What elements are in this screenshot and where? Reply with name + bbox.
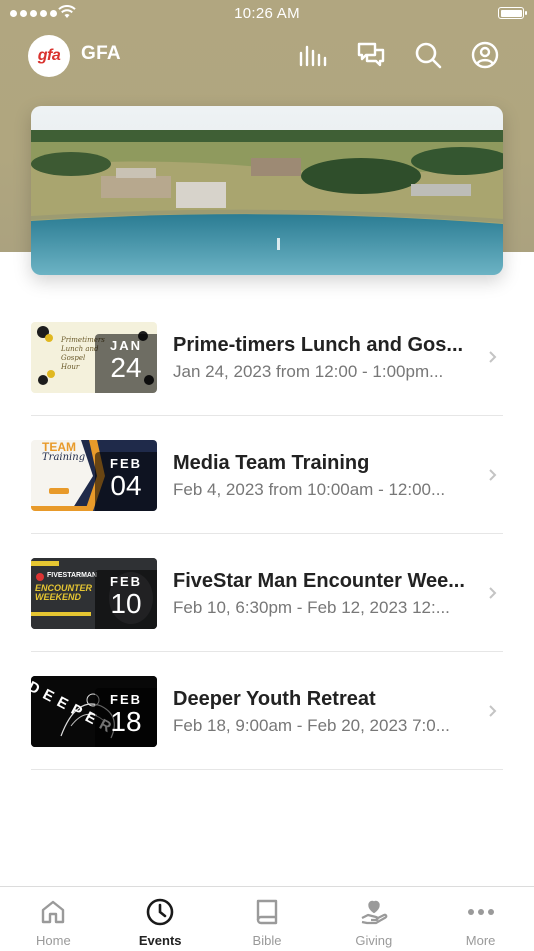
date-day: 10	[110, 588, 142, 619]
thumbnail-caption: FIVESTARMAN	[47, 572, 98, 579]
date-badge: JAN 24	[95, 334, 157, 393]
event-list: Primetimers Lunch and Gospel Hour JAN 24…	[31, 298, 503, 770]
campus-aerial-photo	[31, 106, 503, 275]
event-thumbnail: TEAM Training FEB 04	[31, 440, 157, 511]
tab-home[interactable]: Home	[0, 887, 107, 951]
thumbnail-caption: Training	[42, 452, 86, 463]
clock-icon	[145, 897, 175, 927]
chevron-right-icon	[489, 469, 497, 481]
bottom-tab-bar: Home Events Bible Giving More	[0, 886, 534, 951]
search-icon[interactable]	[413, 40, 443, 70]
home-icon	[38, 897, 68, 927]
app-logo[interactable]: gfa	[28, 35, 70, 77]
tab-bible[interactable]: Bible	[214, 887, 321, 951]
event-datetime: Feb 4, 2023 from 10:00am - 12:00...	[173, 480, 446, 499]
status-time: 10:26 AM	[234, 5, 300, 22]
tab-more[interactable]: More	[427, 887, 534, 951]
date-month: FEB	[110, 574, 142, 589]
date-day: 18	[110, 706, 142, 737]
stats-icon[interactable]	[298, 40, 328, 70]
event-item-prime-timers[interactable]: Primetimers Lunch and Gospel Hour JAN 24…	[31, 298, 503, 416]
date-month: FEB	[110, 456, 142, 471]
date-badge: FEB 18	[95, 688, 157, 747]
tab-label: Home	[36, 933, 71, 948]
status-bar: 10:26 AM	[0, 0, 534, 28]
event-title: FiveStar Man Encounter Wee...	[173, 570, 465, 592]
event-title: Prime-timers Lunch and Gos...	[173, 334, 464, 356]
chevron-right-icon	[489, 587, 497, 599]
event-item-deeper-youth[interactable]: DEEPER FEB 18 Deeper Youth Retreat Feb 1…	[31, 652, 503, 770]
profile-icon[interactable]	[470, 40, 500, 70]
app-title: GFA	[81, 43, 121, 64]
giving-heart-icon	[359, 897, 389, 927]
chevron-right-icon	[489, 705, 497, 717]
thumbnail-caption: WEEKEND	[35, 592, 82, 602]
tab-label: More	[465, 933, 496, 948]
book-icon	[252, 897, 282, 927]
event-item-fivestar-man[interactable]: FIVESTARMAN ENCOUNTER WEEKEND FEB 10 Fiv…	[31, 534, 503, 652]
date-badge: FEB 04	[95, 452, 157, 511]
battery-icon	[498, 7, 527, 19]
tab-label: Bible	[252, 933, 282, 948]
tab-giving[interactable]: Giving	[320, 887, 427, 951]
date-month: FEB	[110, 692, 142, 707]
event-title: Deeper Youth Retreat	[173, 688, 376, 710]
event-thumbnail: Primetimers Lunch and Gospel Hour JAN 24	[31, 322, 157, 393]
chevron-right-icon	[489, 351, 497, 363]
tab-label: Events	[138, 933, 182, 948]
event-datetime: Feb 18, 9:00am - Feb 20, 2023 7:0...	[173, 716, 450, 735]
event-title: Media Team Training	[173, 452, 370, 474]
event-item-media-team[interactable]: TEAM Training FEB 04 Media Team Training…	[31, 416, 503, 534]
hero-image-card[interactable]	[31, 106, 503, 275]
date-day: 04	[110, 470, 142, 501]
date-day: 24	[110, 352, 142, 383]
tab-label: Giving	[355, 933, 393, 948]
chat-icon[interactable]	[356, 40, 386, 70]
event-thumbnail: FIVESTARMAN ENCOUNTER WEEKEND FEB 10	[31, 558, 157, 629]
tab-events[interactable]: Events	[107, 887, 214, 951]
event-datetime: Feb 10, 6:30pm - Feb 12, 2023 12:...	[173, 598, 450, 617]
date-month: JAN	[109, 338, 142, 353]
app-header: gfa GFA	[28, 33, 506, 77]
logo-text: gfa	[37, 47, 61, 64]
event-datetime: Jan 24, 2023 from 12:00 - 1:00pm...	[173, 362, 444, 381]
date-badge: FEB 10	[95, 570, 157, 629]
event-thumbnail: DEEPER FEB 18	[31, 676, 157, 747]
more-dots-icon	[466, 897, 496, 927]
